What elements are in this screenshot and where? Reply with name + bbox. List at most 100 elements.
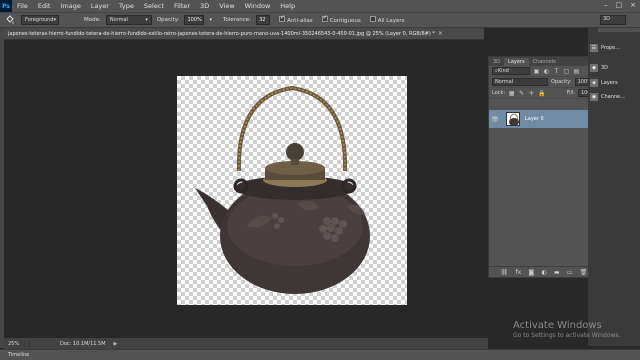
- side-panel-dock: [588, 28, 640, 346]
- smart-object-filter-icon[interactable]: ▤: [573, 68, 580, 75]
- filter-kind-select[interactable]: ⌕ Kind: [492, 67, 530, 75]
- chevron-down-icon[interactable]: ▾: [209, 17, 212, 23]
- mode-label: Mode:: [84, 17, 101, 23]
- menu-window[interactable]: Window: [240, 2, 276, 10]
- side-item-properties[interactable]: ☰ Prope...: [590, 42, 640, 54]
- check-icon: [321, 14, 328, 22]
- paint-bucket-icon[interactable]: [4, 14, 16, 26]
- adjustment-filter-icon[interactable]: ◐: [543, 68, 550, 75]
- check-icon: [279, 14, 285, 22]
- filter-row: ⌕ Kind ▣ ◐ T ▢ ▤: [489, 66, 599, 77]
- menu-3d[interactable]: 3D: [195, 2, 214, 10]
- layer-row[interactable]: 👁 Layer 0: [489, 110, 599, 128]
- tolerance-label: Tolerance:: [222, 17, 252, 23]
- document-tab[interactable]: japones-teteras-hierro-fundido-tetera-de…: [4, 28, 484, 40]
- tab-channels[interactable]: Channels: [529, 58, 560, 66]
- menu-bar: Ps File Edit Image Layer Type Select Fil…: [0, 0, 640, 12]
- checkbox-icon: [369, 16, 376, 22]
- opacity-label: Opacity:: [156, 17, 180, 23]
- chevron-down-icon: ▾: [145, 17, 148, 23]
- channels-icon: ◉: [590, 93, 598, 101]
- fx-icon[interactable]: fx: [515, 269, 521, 276]
- close-icon[interactable]: ×: [630, 1, 636, 9]
- status-bar: 25% Doc: 10.1M/11.5M ▶: [4, 338, 488, 349]
- workspace-select[interactable]: 3D: [600, 15, 626, 25]
- fill-source-value: Foreground: [25, 17, 54, 23]
- side-item-label: Layers: [601, 80, 618, 86]
- tab-layers[interactable]: Layers: [504, 58, 529, 66]
- timeline-panel[interactable]: Timeline: [0, 349, 640, 360]
- filter-kind-value: Kind: [497, 68, 509, 74]
- menu-view[interactable]: View: [214, 2, 239, 10]
- eye-icon[interactable]: 👁: [489, 116, 501, 123]
- chevron-down-icon: ▾: [53, 17, 56, 23]
- opacity-field[interactable]: 100%: [184, 15, 205, 25]
- properties-icon: ☰: [590, 44, 598, 52]
- layer-thumbnail: [506, 112, 520, 126]
- blend-mode-select[interactable]: Normal: [492, 78, 548, 86]
- lock-pixels-icon[interactable]: ✎: [518, 90, 525, 97]
- link-icon[interactable]: ⛓: [501, 269, 509, 276]
- contiguous-checkbox[interactable]: Contiguous: [321, 14, 361, 24]
- timeline-label: Timeline: [8, 352, 30, 358]
- lock-transparent-icon[interactable]: ▦: [508, 90, 515, 97]
- menu-file[interactable]: File: [12, 2, 33, 10]
- layers-icon: ◈: [590, 79, 598, 87]
- menu-type[interactable]: Type: [114, 2, 139, 10]
- fill-label: Fill:: [566, 90, 575, 96]
- tolerance-field[interactable]: 32: [256, 15, 271, 25]
- 3d-icon: ◆: [590, 64, 598, 72]
- document-canvas[interactable]: [177, 76, 407, 305]
- activate-windows-watermark: Activate Windows Go to Settings to activ…: [513, 320, 620, 339]
- antialias-label: Anti-alias: [287, 18, 313, 24]
- mode-value: Normal: [109, 17, 128, 23]
- side-item-3d[interactable]: ◆ 3D: [590, 62, 640, 74]
- dock-grip[interactable]: [598, 28, 640, 32]
- trash-icon[interactable]: 🗑: [580, 269, 588, 276]
- document-size: Doc: 10.1M/11.5M: [60, 340, 106, 347]
- menu-layer[interactable]: Layer: [86, 2, 114, 10]
- menu-edit[interactable]: Edit: [33, 2, 56, 10]
- shape-filter-icon[interactable]: ▢: [563, 68, 570, 75]
- lock-position-icon[interactable]: ✛: [528, 90, 535, 97]
- document-title: japones-teteras-hierro-fundido-tetera-de…: [8, 30, 435, 37]
- folder-icon[interactable]: ▬: [554, 269, 560, 276]
- tab-3d[interactable]: 3D: [489, 58, 504, 66]
- all-layers-label: All Layers: [377, 18, 405, 24]
- adjustment-icon[interactable]: ◐: [541, 269, 546, 276]
- photoshop-logo-icon[interactable]: Ps: [0, 0, 12, 12]
- menu-select[interactable]: Select: [139, 2, 169, 10]
- minimize-icon[interactable]: –: [604, 1, 608, 9]
- layer-opacity-label: Opacity:: [551, 79, 572, 85]
- all-layers-checkbox[interactable]: All Layers: [369, 16, 405, 24]
- menu-help[interactable]: Help: [275, 2, 300, 10]
- new-layer-icon[interactable]: ▭: [567, 269, 573, 276]
- lock-row: Lock: ▦ ✎ ✛ 🔒 Fill: 100%: [489, 88, 599, 99]
- pixel-filter-icon[interactable]: ▣: [533, 68, 540, 75]
- close-tab-icon[interactable]: ×: [438, 30, 443, 37]
- side-item-layers[interactable]: ◈ Layers: [590, 77, 640, 89]
- status-menu-arrow-icon[interactable]: ▶: [114, 341, 118, 347]
- antialias-checkbox[interactable]: Anti-alias: [279, 14, 313, 24]
- type-filter-icon[interactable]: T: [553, 68, 560, 75]
- fill-source-select[interactable]: Foreground ▾: [21, 15, 59, 25]
- mode-select[interactable]: Normal ▾: [105, 15, 152, 25]
- zoom-level[interactable]: 25%: [4, 340, 30, 347]
- maximize-icon[interactable]: □: [616, 1, 623, 9]
- contiguous-label: Contiguous: [329, 18, 361, 24]
- layer-name[interactable]: Layer 0: [525, 116, 544, 122]
- layers-panel: 3D Layers Channels ≡ ⌕ Kind ▣ ◐ T ▢ ▤ No…: [488, 56, 600, 278]
- panel-tabs: 3D Layers Channels ≡: [489, 57, 599, 66]
- blend-row: Normal Opacity: 100%: [489, 77, 599, 88]
- side-item-channels[interactable]: ◉ Channe...: [590, 91, 640, 103]
- layers-footer: ⛓ fx ◙ ◐ ▬ ▭ 🗑: [489, 266, 599, 277]
- lock-all-icon[interactable]: 🔒: [538, 90, 545, 97]
- mask-icon[interactable]: ◙: [528, 269, 534, 276]
- side-item-label: Channe...: [601, 94, 625, 100]
- canvas-area[interactable]: [4, 40, 488, 340]
- window-controls: – □ ×: [604, 1, 636, 9]
- menu-filter[interactable]: Filter: [169, 2, 195, 10]
- teapot-image: [195, 85, 370, 294]
- menu-image[interactable]: Image: [55, 2, 85, 10]
- options-bar: Foreground ▾ Mode: Normal ▾ Opacity: 100…: [0, 12, 640, 28]
